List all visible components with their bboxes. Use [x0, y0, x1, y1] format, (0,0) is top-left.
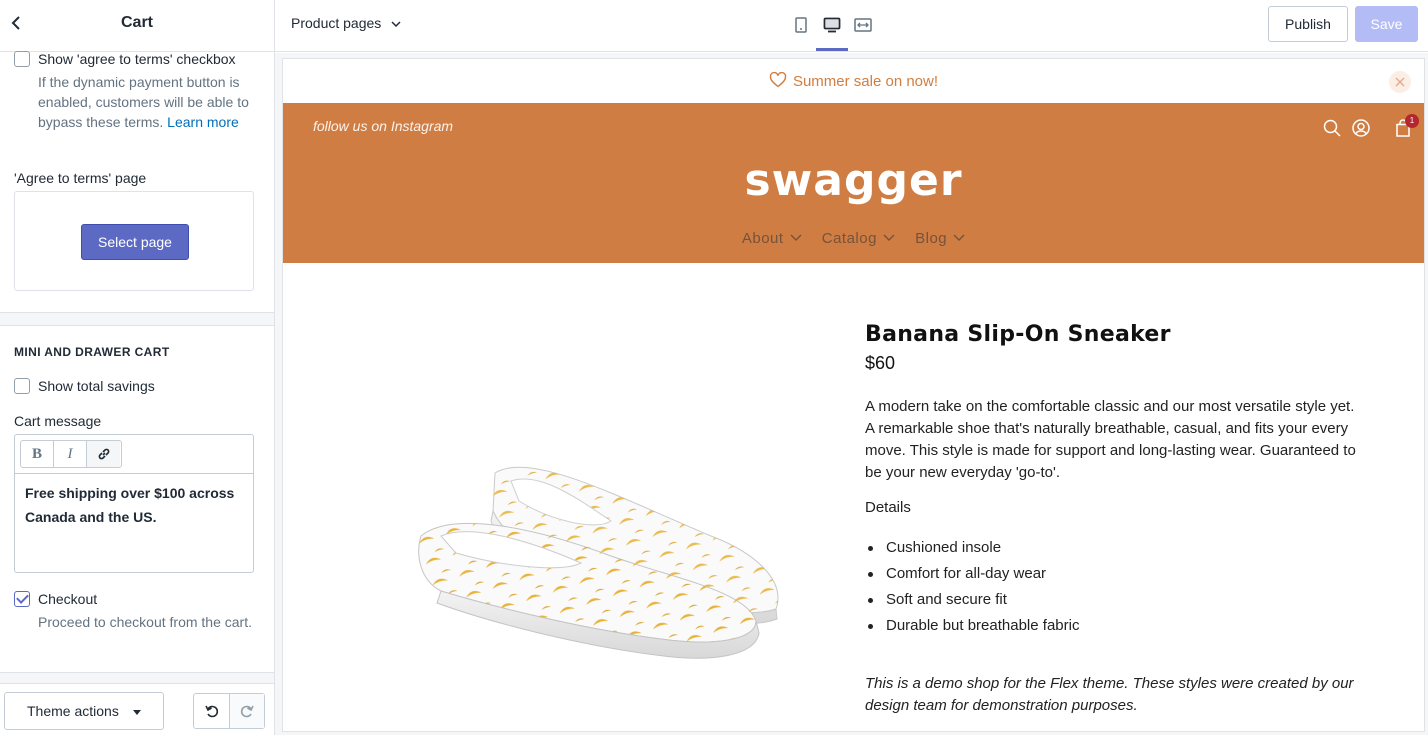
active-device-indicator — [816, 48, 848, 51]
theme-actions-label: Theme actions — [27, 703, 119, 719]
section-divider — [0, 312, 274, 326]
product-image[interactable] — [411, 441, 791, 676]
announcement[interactable]: Summer sale on now! — [283, 71, 1424, 92]
account-icon[interactable] — [1350, 117, 1372, 139]
cart-message-editor: B I Free shipping over $100 across Canad… — [14, 434, 254, 573]
instagram-link[interactable]: follow us on Instagram — [313, 118, 453, 134]
details-heading: Details — [865, 499, 911, 516]
details-list: Cushioned insole Comfort for all-day wea… — [865, 535, 1265, 639]
list-item: Cushioned insole — [865, 535, 1265, 561]
redo-icon[interactable] — [229, 694, 264, 728]
cart-count-badge: 1 — [1405, 114, 1419, 128]
rte-separator — [15, 473, 253, 474]
chevron-down-icon — [883, 228, 895, 245]
bold-button[interactable]: B — [21, 441, 54, 467]
sidebar-header: Cart — [0, 0, 274, 52]
fullscreen-view-icon[interactable] — [851, 14, 875, 36]
store-header: follow us on Instagram 1 swagger About C… — [283, 103, 1424, 263]
learn-more-link[interactable]: Learn more — [167, 114, 239, 130]
checkout-help: Proceed to checkout from the cart. — [38, 614, 252, 630]
show-total-savings-checkbox[interactable] — [14, 378, 30, 394]
list-item: Comfort for all-day wear — [865, 561, 1265, 587]
undo-icon[interactable] — [194, 694, 229, 728]
mini-cart-section-title: MINI AND DRAWER CART — [14, 345, 170, 359]
agree-terms-checkbox[interactable] — [14, 51, 30, 67]
cart-message-text[interactable]: Free shipping over $100 across Canada an… — [25, 481, 247, 529]
checkout-label: Checkout — [38, 591, 98, 607]
agree-terms-page-label: 'Agree to terms' page — [14, 170, 147, 186]
page-selector[interactable]: Product pages — [291, 15, 401, 31]
rte-toolbar: B I — [20, 440, 122, 468]
demo-note: This is a demo shop for the Flex theme. … — [865, 675, 1354, 714]
mobile-view-icon[interactable] — [789, 14, 813, 36]
page-selector-label: Product pages — [291, 15, 382, 31]
chevron-down-icon — [953, 228, 965, 245]
checkout-checkbox[interactable] — [14, 591, 30, 607]
chevron-down-icon — [391, 15, 401, 31]
product-description: A modern take on the comfortable classic… — [865, 398, 1356, 481]
select-page-button[interactable]: Select page — [81, 224, 189, 260]
sidebar-footer: Theme actions — [0, 683, 274, 735]
list-item: Soft and secure fit — [865, 587, 1265, 613]
desktop-view-icon[interactable] — [820, 14, 844, 36]
link-icon[interactable] — [87, 441, 120, 467]
product-title: Banana Slip-On Sneaker — [865, 322, 1171, 347]
list-item: Durable but breathable fabric — [865, 613, 1265, 639]
nav-item-label: Blog — [915, 230, 948, 247]
heart-icon — [769, 71, 787, 92]
cart-message-label: Cart message — [14, 413, 102, 429]
nav-item-label: About — [741, 230, 784, 247]
main-nav: About Catalog Blog — [283, 228, 1424, 247]
settings-sidebar: Cart Show 'agree to terms' checkbox If t… — [0, 0, 275, 735]
store-logo[interactable]: swagger — [283, 155, 1424, 206]
nav-item-blog[interactable]: Blog — [915, 228, 965, 247]
agree-terms-help: If the dynamic payment button is enabled… — [38, 72, 262, 132]
announcement-bar: Summer sale on now! — [283, 59, 1424, 103]
undo-redo-group — [193, 693, 265, 729]
nav-item-about[interactable]: About — [742, 228, 802, 247]
show-total-savings-label: Show total savings — [38, 378, 155, 394]
editor-topbar: Product pages Publish Save — [275, 0, 1428, 52]
agree-terms-checkbox-label: Show 'agree to terms' checkbox — [38, 51, 236, 67]
agree-terms-page-picker: Select page — [14, 191, 254, 291]
publish-button[interactable]: Publish — [1268, 6, 1348, 42]
close-icon[interactable] — [1389, 71, 1411, 93]
save-button[interactable]: Save — [1355, 6, 1418, 42]
announcement-text: Summer sale on now! — [792, 73, 939, 90]
sidebar-title: Cart — [120, 14, 153, 31]
italic-button[interactable]: I — [54, 441, 87, 467]
product-price: $60 — [865, 353, 896, 373]
nav-item-catalog[interactable]: Catalog — [822, 228, 895, 247]
nav-item-label: Catalog — [821, 230, 877, 247]
search-icon[interactable] — [1321, 117, 1343, 139]
chevron-down-icon — [790, 228, 802, 245]
theme-actions-button[interactable]: Theme actions — [4, 692, 164, 730]
caret-down-icon — [133, 710, 141, 715]
storefront-preview: Summer sale on now! follow us on Instagr… — [283, 59, 1424, 731]
